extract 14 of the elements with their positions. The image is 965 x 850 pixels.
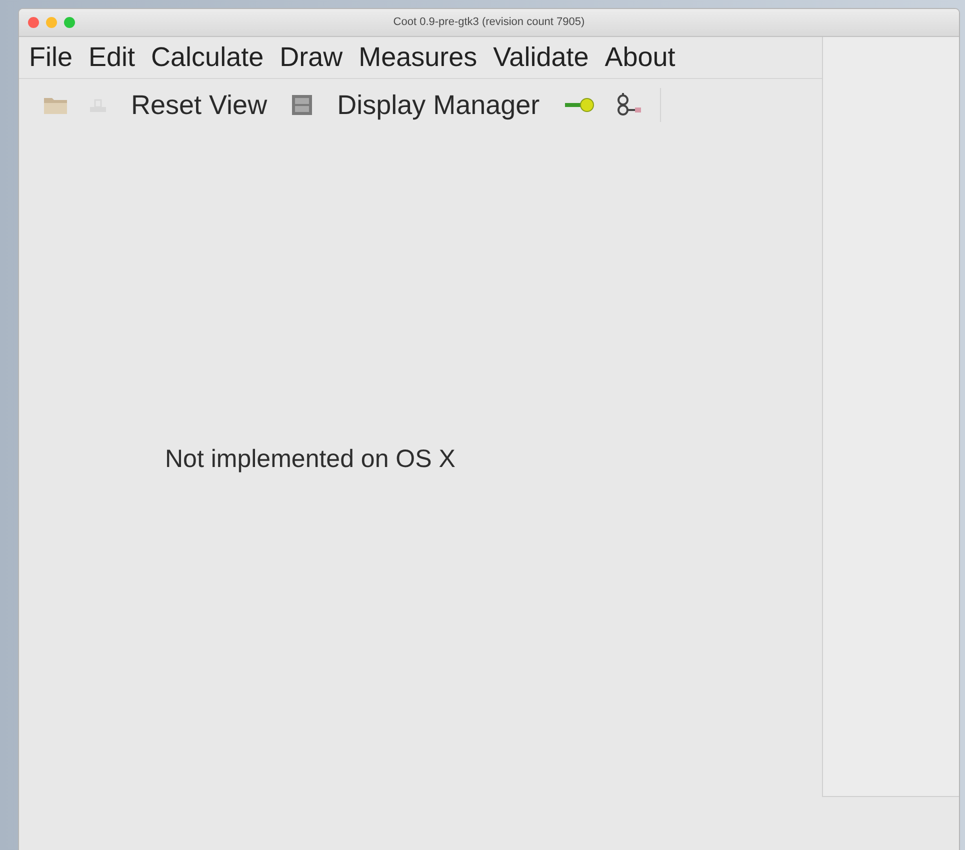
- menu-item[interactable]: Validate: [485, 44, 597, 71]
- minimize-button[interactable]: [46, 17, 57, 28]
- menu-item[interactable]: Edit: [80, 44, 144, 71]
- menu-item[interactable]: Calculate: [143, 44, 272, 71]
- menu-item[interactable]: Measures: [350, 44, 486, 71]
- window-title: Coot 0.9-pre-gtk3 (revision count 7905): [393, 16, 585, 28]
- status-message: Not implemented on OS X: [165, 444, 456, 475]
- menu-item[interactable]: Draw: [272, 44, 351, 71]
- zoom-button[interactable]: [64, 17, 75, 28]
- menu-item[interactable]: File: [21, 44, 81, 71]
- toolbar-button[interactable]: Display Manager: [323, 92, 554, 118]
- toolbar-button[interactable]: Reset View: [117, 92, 282, 118]
- menu-item[interactable]: About: [596, 44, 684, 71]
- close-button[interactable]: [28, 17, 39, 28]
